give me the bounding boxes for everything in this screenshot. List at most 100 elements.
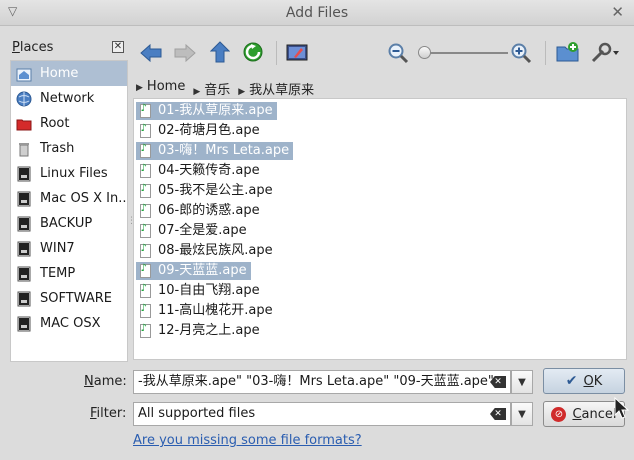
audio-file-icon xyxy=(136,102,154,120)
audio-file-icon xyxy=(136,122,154,140)
zoom-slider-track[interactable] xyxy=(422,52,508,54)
new-folder-icon[interactable] xyxy=(555,39,581,65)
name-label: Name: xyxy=(84,374,127,389)
root-folder-icon xyxy=(16,116,32,132)
places-item-label: BACKUP xyxy=(40,216,93,231)
file-name: 09-天蓝蓝.ape xyxy=(154,262,251,280)
file-row[interactable]: 03-嗨！Mrs Leta.ape xyxy=(134,141,626,161)
forward-arrow-icon[interactable] xyxy=(172,40,198,66)
drive-icon xyxy=(16,241,32,257)
file-row[interactable]: 01-我从草原来.ape xyxy=(134,101,626,121)
audio-file-icon xyxy=(136,302,154,320)
name-input[interactable]: -我从草原来.ape" "03-嗨！Mrs Leta.ape" "09-天蓝蓝.… xyxy=(133,370,511,394)
reload-icon[interactable] xyxy=(240,39,266,65)
places-item-software[interactable]: SOFTWARE xyxy=(11,286,127,311)
file-name: 04-天籁传奇.ape xyxy=(158,163,260,178)
mouse-cursor-icon xyxy=(614,397,630,419)
audio-file-icon xyxy=(136,162,154,180)
drive-icon xyxy=(16,191,32,207)
places-item-label: SOFTWARE xyxy=(40,291,112,306)
breadcrumb-item[interactable]: ▶ 我从草原来 xyxy=(238,79,314,98)
up-arrow-icon[interactable] xyxy=(207,39,233,65)
file-row[interactable]: 11-高山槐花开.ape xyxy=(134,301,626,321)
places-item-label: Mac OS X In... xyxy=(40,191,128,206)
tools-menu-icon[interactable] xyxy=(589,39,623,65)
filter-select-value: All supported files xyxy=(138,406,256,421)
file-name: 05-我不是公主.ape xyxy=(158,183,273,198)
places-item-win7[interactable]: WIN7 xyxy=(11,236,127,261)
close-window-icon[interactable]: ✕ xyxy=(611,3,624,21)
drive-icon xyxy=(16,316,32,332)
places-item-label: Network xyxy=(40,91,95,106)
places-header: Places xyxy=(12,40,54,55)
ok-button-label: OK xyxy=(583,373,603,389)
file-list[interactable]: 01-我从草原来.ape 02-荷塘月色.ape 03-嗨！Mrs Leta.ape… xyxy=(133,98,627,360)
places-item-root[interactable]: Root xyxy=(11,111,127,136)
places-item-home[interactable]: Home xyxy=(11,61,127,86)
breadcrumb-arrow-icon: ▶ xyxy=(136,83,143,93)
places-item-mac-os-x-in[interactable]: Mac OS X In... xyxy=(11,186,127,211)
breadcrumb-arrow-icon: ▶ xyxy=(193,87,201,97)
preview-icon[interactable] xyxy=(284,40,310,66)
audio-file-icon xyxy=(136,262,154,280)
file-row[interactable]: 05-我不是公主.ape xyxy=(134,181,626,201)
file-name: 08-最炫民族风.ape xyxy=(158,243,273,258)
name-input-value: -我从草原来.ape" "03-嗨！Mrs Leta.ape" "09-天蓝蓝.… xyxy=(138,374,494,389)
places-item-label: Home xyxy=(40,66,79,81)
home-icon xyxy=(16,66,32,82)
places-item-backup[interactable]: BACKUP xyxy=(11,211,127,236)
toolbar-separator xyxy=(545,41,546,65)
back-arrow-icon[interactable] xyxy=(138,40,164,66)
file-row[interactable]: 12-月亮之上.ape xyxy=(134,321,626,341)
toolbar-separator xyxy=(276,41,277,65)
audio-file-icon xyxy=(136,242,154,260)
places-item-network[interactable]: Network xyxy=(11,86,127,111)
breadcrumb-label: Home xyxy=(146,79,186,94)
places-item-label: Root xyxy=(40,116,70,131)
zoom-in-icon[interactable] xyxy=(508,40,534,66)
places-item-temp[interactable]: TEMP xyxy=(11,261,127,286)
file-row[interactable]: 07-全是爱.ape xyxy=(134,221,626,241)
zoom-out-icon[interactable] xyxy=(385,40,411,66)
missing-formats-link[interactable]: Are you missing some file formats? xyxy=(133,433,362,448)
breadcrumb-item[interactable]: ▶ 音乐 xyxy=(193,79,230,98)
name-history-dropdown[interactable]: ▼ xyxy=(511,370,533,394)
audio-file-icon xyxy=(136,142,154,160)
file-name: 06-郎的诱惑.ape xyxy=(158,203,260,218)
file-row[interactable]: 04-天籁传奇.ape xyxy=(134,161,626,181)
places-item-label: MAC OSX xyxy=(40,316,101,331)
breadcrumb-item[interactable]: ▶ Home xyxy=(136,79,185,98)
zoom-slider-handle[interactable] xyxy=(418,46,431,59)
drive-icon xyxy=(16,266,32,282)
ok-button[interactable]: ✔ OK xyxy=(543,368,625,394)
drive-icon xyxy=(16,166,32,182)
audio-file-icon xyxy=(136,222,154,240)
file-row[interactable]: 08-最炫民族风.ape xyxy=(134,241,626,261)
cancel-button-label: Cancel xyxy=(572,406,617,422)
file-name: 12-月亮之上.ape xyxy=(158,323,260,338)
filter-label: Filter: xyxy=(90,406,127,421)
drive-icon xyxy=(16,216,32,232)
filter-select[interactable]: All supported files xyxy=(133,402,511,426)
cancel-button[interactable]: ⊘ Cancel xyxy=(543,401,625,427)
filter-dropdown[interactable]: ▼ xyxy=(511,402,533,426)
file-row[interactable]: 06-郎的诱惑.ape xyxy=(134,201,626,221)
file-name: 01-我从草原来.ape xyxy=(154,102,277,120)
file-row[interactable]: 10-自由飞翔.ape xyxy=(134,281,626,301)
audio-file-icon xyxy=(136,322,154,340)
trash-icon xyxy=(16,141,32,157)
breadcrumb-arrow-icon: ▶ xyxy=(238,87,246,97)
places-item-mac-osx[interactable]: MAC OSX xyxy=(11,311,127,336)
places-item-trash[interactable]: Trash xyxy=(11,136,127,161)
places-item-linux-files[interactable]: Linux Files xyxy=(11,161,127,186)
audio-file-icon xyxy=(136,282,154,300)
file-row[interactable]: 02-荷塘月色.ape xyxy=(134,121,626,141)
file-name: 03-嗨！Mrs Leta.ape xyxy=(154,142,294,160)
breadcrumb: ▶ Home ▶ 音乐 ▶ 我从草原来 xyxy=(136,79,314,98)
places-panel: Home Network Root Trash Linux Files Mac OS X … xyxy=(10,60,128,362)
close-places-icon[interactable]: ✕ xyxy=(112,41,124,53)
checkmark-icon: ✔ xyxy=(565,373,578,389)
file-name: 10-自由飞翔.ape xyxy=(158,283,260,298)
file-row[interactable]: 09-天蓝蓝.ape xyxy=(134,261,626,281)
title-bar: ▽ Add Files ✕ xyxy=(0,0,634,26)
